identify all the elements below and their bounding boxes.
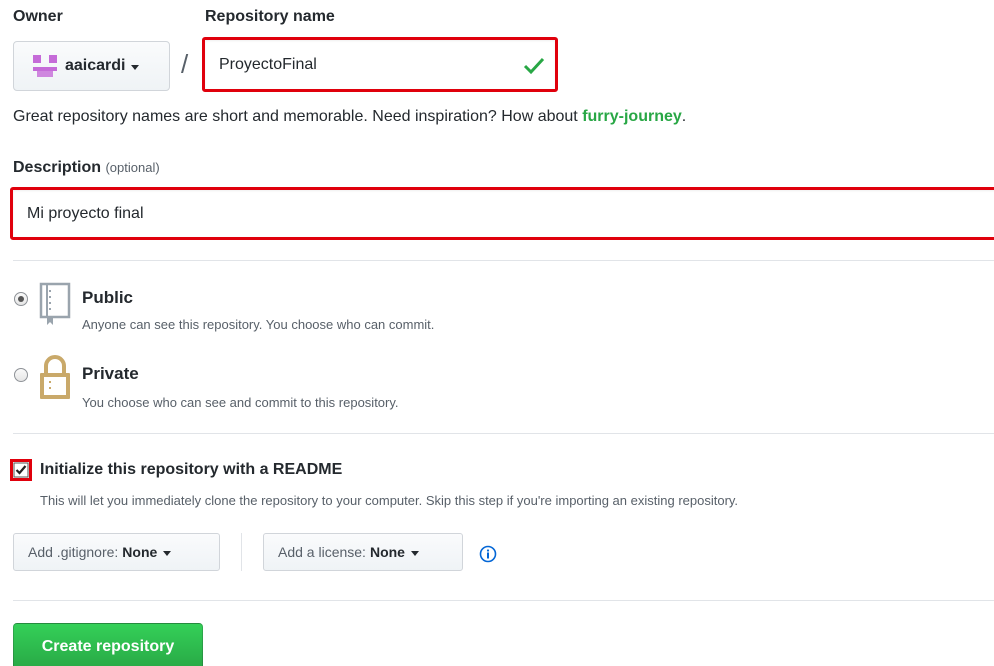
description-label-text: Description	[13, 159, 102, 176]
gitignore-select[interactable]: Add .gitignore: None	[13, 533, 220, 571]
chevron-down-icon	[163, 550, 172, 556]
readme-checkbox[interactable]	[10, 459, 32, 481]
public-title: Public	[82, 288, 134, 307]
create-repository-button[interactable]: Create repository	[13, 623, 203, 666]
license-value: None	[369, 544, 405, 560]
license-select[interactable]: Add a license: None	[263, 533, 463, 571]
private-description: You choose who can see and commit to thi…	[82, 395, 399, 410]
checkmark-icon	[13, 462, 29, 478]
divider	[13, 260, 994, 261]
chevron-down-icon	[410, 550, 419, 556]
private-title: Private	[82, 364, 139, 383]
name-suggestion-link[interactable]: furry-journey	[582, 108, 682, 125]
chevron-down-icon	[131, 64, 140, 70]
info-icon[interactable]	[479, 545, 497, 563]
owner-label: Owner	[13, 8, 63, 25]
private-radio[interactable]	[14, 368, 28, 382]
check-icon	[523, 57, 545, 75]
description-value: Mi proyecto final	[27, 204, 144, 222]
gitignore-label: Add .gitignore:	[28, 544, 119, 560]
license-label: Add a license:	[278, 544, 366, 560]
owner-select[interactable]: aaicardi	[13, 41, 170, 91]
hint-suffix: .	[681, 108, 687, 125]
divider	[13, 600, 994, 601]
vertical-divider	[241, 533, 242, 571]
repository-name-value: ProyectoFinal	[219, 55, 317, 73]
public-radio[interactable]	[14, 292, 28, 306]
readme-description: This will let you immediately clone the …	[40, 493, 739, 508]
repo-icon	[39, 282, 71, 325]
description-optional-text: (optional)	[105, 160, 160, 175]
owner-name: aaicardi	[65, 57, 126, 74]
repository-name-input[interactable]: ProyectoFinal	[202, 37, 558, 92]
description-label: Description (optional)	[13, 159, 160, 177]
repository-name-label: Repository name	[205, 8, 335, 25]
owner-repo-separator: /	[181, 49, 189, 79]
readme-title: Initialize this repository with a README	[40, 461, 343, 478]
owner-avatar-icon	[33, 55, 57, 77]
hint-prefix: Great repository names are short and mem…	[13, 108, 583, 125]
lock-icon	[40, 355, 70, 399]
description-input[interactable]: Mi proyecto final	[10, 187, 994, 240]
repository-name-hint: Great repository names are short and mem…	[13, 108, 686, 126]
divider	[13, 433, 994, 434]
public-description: Anyone can see this repository. You choo…	[82, 317, 435, 332]
gitignore-value: None	[122, 544, 158, 560]
